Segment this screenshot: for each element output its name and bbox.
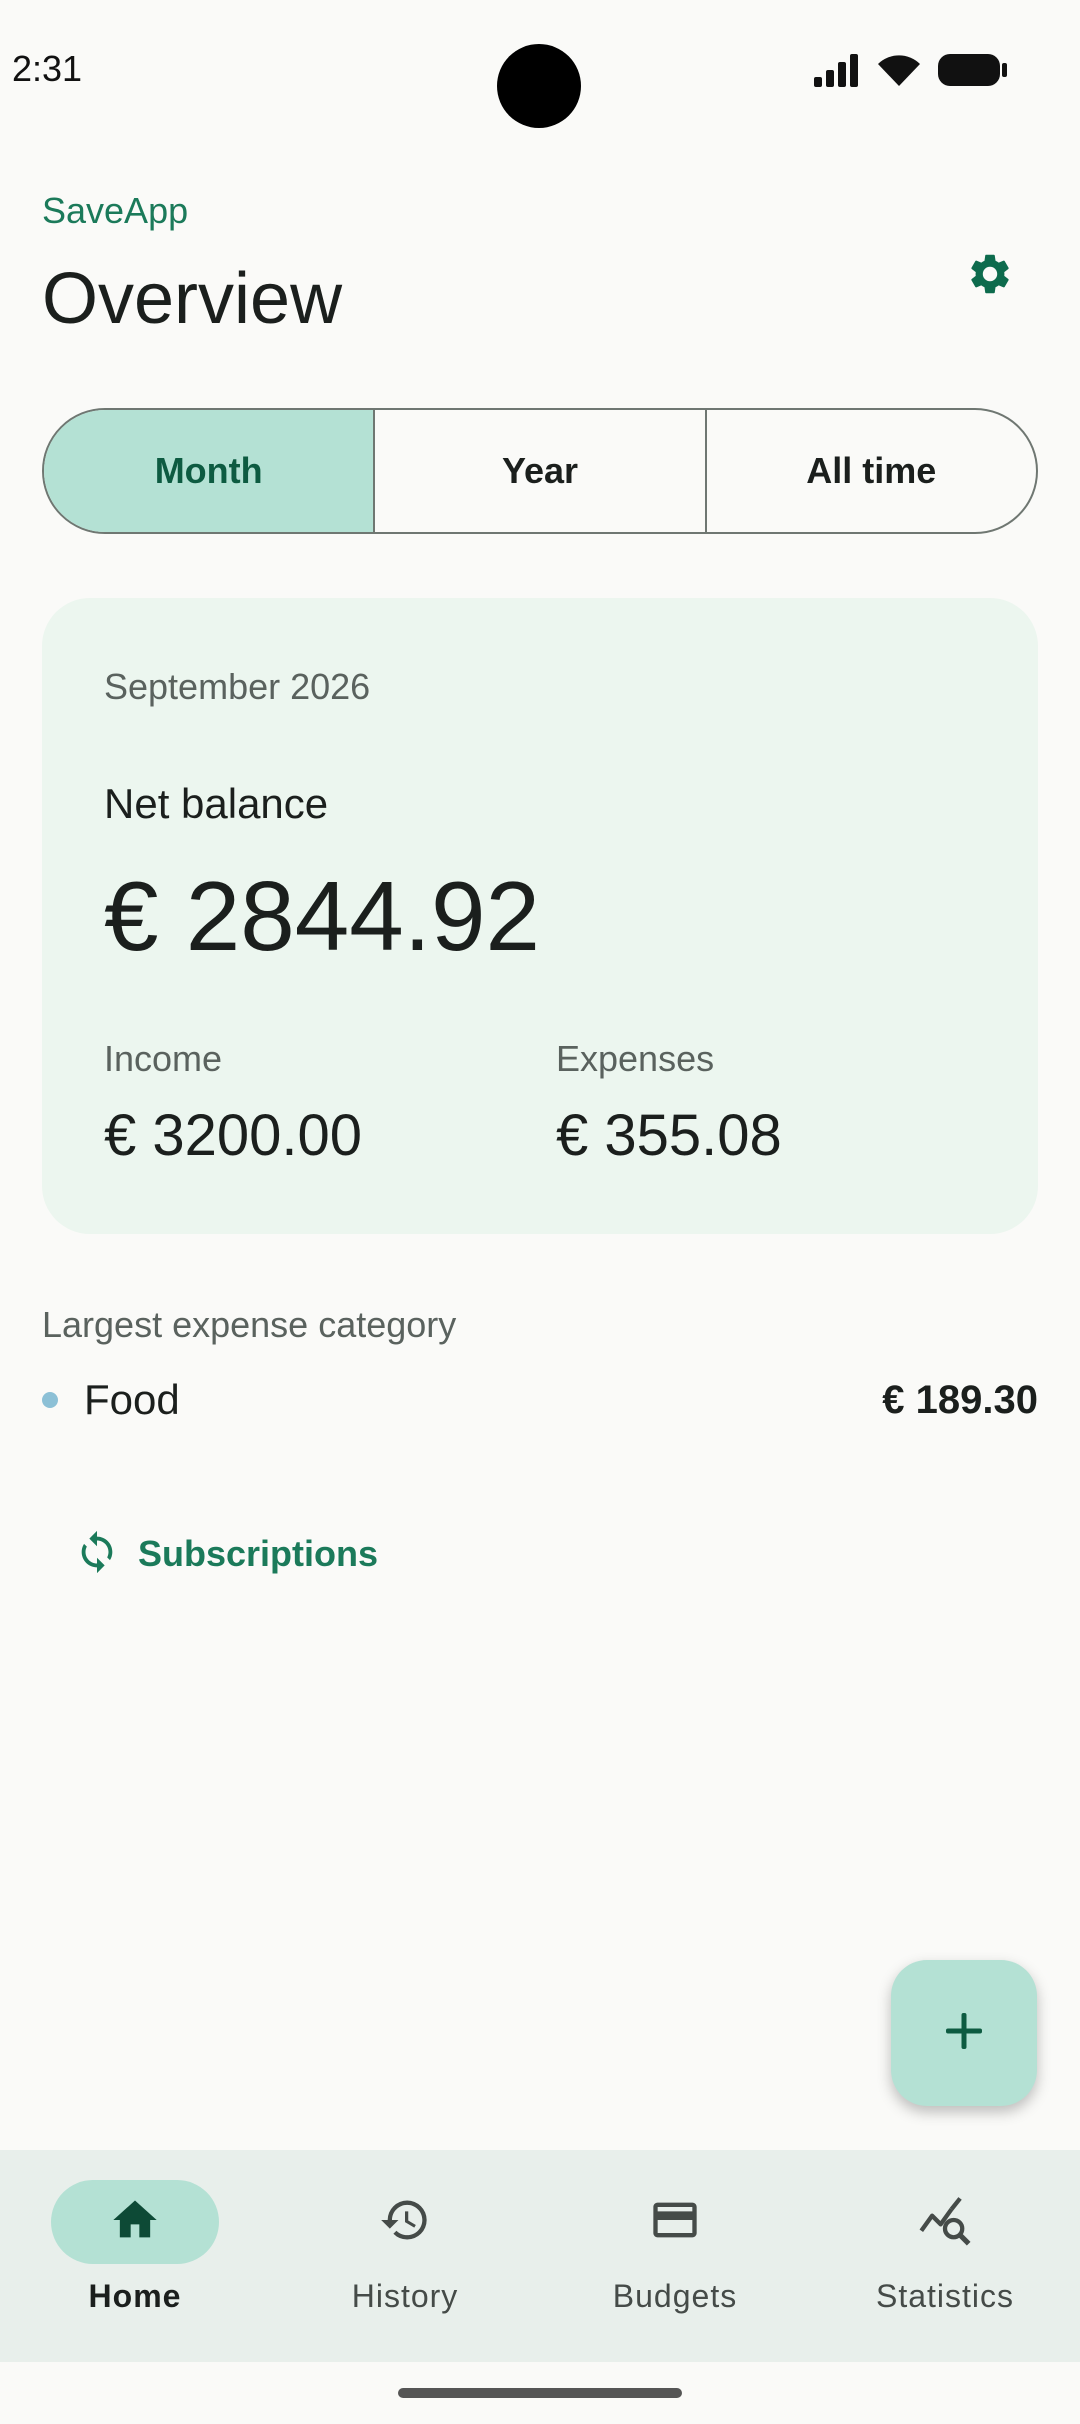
gear-icon (966, 250, 1014, 303)
net-balance-value: € 2844.92 (104, 861, 540, 971)
largest-expense-row[interactable]: Food € 189.30 (42, 1370, 1038, 1430)
subscriptions-label: Subscriptions (138, 1533, 379, 1574)
income-value: € 3200.00 (104, 1103, 363, 1168)
status-time: 2:31 (12, 48, 83, 89)
gesture-navigation-bar[interactable] (398, 2388, 682, 2398)
signal-icon (812, 53, 862, 92)
nav-history-indicator (321, 2180, 489, 2264)
segment-month[interactable]: Month (44, 410, 374, 532)
card-period: September 2026 (104, 666, 371, 707)
income-label: Income (104, 1038, 223, 1079)
subscriptions-button[interactable]: Subscriptions (74, 1522, 378, 1586)
card-icon (649, 2194, 701, 2251)
net-balance-label: Net balance (104, 780, 329, 827)
segment-year[interactable]: Year (373, 410, 704, 532)
largest-expense-label: Largest expense category (42, 1304, 457, 1345)
refresh-icon (74, 1529, 120, 1580)
expenses-label: Expenses (556, 1038, 715, 1079)
wifi-icon (876, 52, 922, 93)
home-icon (109, 2194, 161, 2251)
plus-icon (942, 2009, 986, 2058)
balance-summary-card: September 2026 Net balance € 2844.92 Inc… (42, 598, 1038, 1234)
settings-button[interactable] (950, 236, 1030, 316)
expenses-value: € 355.08 (556, 1103, 782, 1168)
camera-cutout (497, 44, 581, 128)
status-bar: 2:31 (0, 0, 1080, 140)
nav-item-home[interactable]: Home (0, 2150, 270, 2362)
nav-label-statistics: Statistics (875, 2278, 1015, 2314)
nav-budgets-indicator (591, 2180, 759, 2264)
status-icons (812, 52, 1008, 93)
page-title: Overview (42, 259, 343, 339)
app-name: SaveApp (42, 190, 189, 231)
add-transaction-fab[interactable] (891, 1960, 1037, 2106)
nav-statistics-indicator (861, 2180, 1029, 2264)
nav-label-home: Home (88, 2278, 182, 2314)
category-color-dot (42, 1392, 58, 1408)
battery-icon (936, 52, 1008, 93)
nav-label-history: History (351, 2278, 459, 2314)
nav-item-statistics[interactable]: Statistics (810, 2150, 1080, 2362)
nav-label-budgets: Budgets (612, 2278, 738, 2314)
nav-item-budgets[interactable]: Budgets (540, 2150, 810, 2362)
category-amount: € 189.30 (882, 1377, 1038, 1422)
nav-home-indicator (51, 2180, 219, 2264)
bottom-navigation: Home History Budgets Statistics (0, 2150, 1080, 2362)
category-name: Food (84, 1376, 180, 1423)
nav-item-history[interactable]: History (270, 2150, 540, 2362)
segment-all-time[interactable]: All time (704, 410, 1036, 532)
statistics-icon (917, 2194, 973, 2251)
period-segmented-control: Month Year All time (42, 408, 1038, 534)
history-icon (379, 2194, 431, 2251)
